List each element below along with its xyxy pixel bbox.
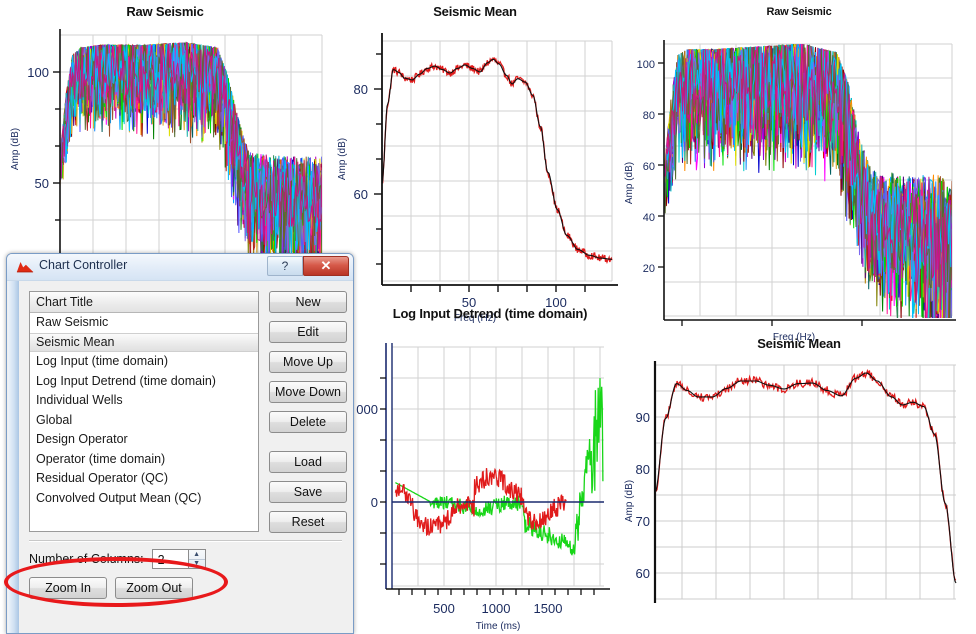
chart-list-item[interactable]: Log Input Detrend (time domain)	[30, 372, 258, 392]
yaxis-label-seismic-mean-top: Amp (dB)	[337, 138, 348, 180]
xtick-label: 1500	[534, 601, 563, 616]
ytick-label: 60	[354, 187, 368, 202]
ytick-label: 80	[643, 110, 655, 122]
window-buttons: ? ✕	[267, 256, 349, 276]
move-down-button[interactable]: Move Down	[269, 381, 347, 403]
dialog-left-strip	[8, 280, 19, 633]
chart-svg-seismic-mean-top: 80 60 50 100 Amp (dB)	[337, 33, 618, 310]
delete-button[interactable]: Delete	[269, 411, 347, 433]
ytick-label: 80	[636, 462, 650, 477]
chart-list-item[interactable]: Convolved Output Mean (QC)	[30, 489, 258, 509]
stepper-up-icon[interactable]: ▲	[188, 550, 205, 560]
chart-title-raw-seismic-right: Raw Seismic	[766, 6, 832, 18]
save-button[interactable]: Save	[269, 481, 347, 503]
yaxis-label-seismic-mean-bottom: Amp (dB)	[624, 480, 635, 522]
chart-list-item[interactable]: Log Input (time domain)	[30, 352, 258, 372]
dialog-divider	[29, 540, 342, 542]
chart-list-item[interactable]: Raw Seismic	[30, 313, 258, 333]
chart-list-item[interactable]: Operator (time domain)	[30, 450, 258, 470]
number-of-columns-stepper[interactable]: 2 ▲ ▼	[151, 549, 206, 569]
chart-panel-seismic-mean-bottom: Seismic Mean 90 80 70 60 Amp (dB)	[622, 336, 976, 634]
chart-title-raw-seismic-left: Raw Seismic	[126, 4, 204, 19]
ytick-label: 100	[27, 65, 49, 80]
chart-list-items[interactable]: Raw Seismic Seismic Mean Log Input (time d…	[30, 313, 258, 508]
new-button[interactable]: New	[269, 291, 347, 313]
close-button[interactable]: ✕	[303, 256, 349, 276]
ytick-label: 20	[643, 263, 655, 275]
chart-svg-raw-seismic-left: 100 50 Amp (dB)	[10, 29, 323, 263]
ytick-label: 70	[636, 514, 650, 529]
load-button[interactable]: Load	[269, 451, 347, 473]
dialog-title: Chart Controller	[39, 258, 128, 272]
number-of-columns-input[interactable]: 2	[151, 549, 189, 569]
chart-list-item[interactable]: Residual Operator (QC)	[30, 469, 258, 489]
number-of-columns-label: Number of Columns:	[29, 552, 144, 566]
chart-title-seismic-mean-top: Seismic Mean	[433, 4, 517, 19]
xtick-label: 1000	[482, 601, 511, 616]
stepper-arrows[interactable]: ▲ ▼	[188, 549, 206, 569]
ytick-label: 80	[354, 82, 368, 97]
help-button[interactable]: ?	[267, 256, 303, 276]
ytick-label: 0	[371, 495, 378, 510]
chart-list-item[interactable]: Seismic Mean	[30, 332, 258, 352]
zoom-out-button[interactable]: Zoom Out	[115, 577, 193, 599]
edit-button[interactable]: Edit	[269, 321, 347, 343]
number-of-columns-row: Number of Columns: 2 ▲ ▼	[29, 549, 206, 569]
action-button-column: New Edit Move Up Move Down Delete Load S…	[269, 291, 347, 541]
chart-list-header: Chart Title	[30, 292, 258, 313]
chart-list[interactable]: Chart Title Raw Seismic Seismic Mean Log I…	[29, 291, 259, 532]
chart-svg-log-input-detrend: 000 0 500 1000 1500	[356, 343, 610, 616]
ytick-label: 90	[636, 410, 650, 425]
chart-list-item[interactable]: Global	[30, 411, 258, 431]
chart-controller-dialog[interactable]: Chart Controller ? ✕ Chart Title Raw Sei…	[6, 253, 354, 634]
chart-svg-raw-seismic-right: 100 80 60 40 20 50 100 Amp (dB)	[624, 40, 956, 330]
chart-panel-seismic-mean-top: Seismic Mean 80 60 50 100 Amp (dB) Freq …	[330, 4, 620, 324]
chart-panel-raw-seismic-left: Raw Seismic 100 50 Amp (dB)	[0, 4, 330, 266]
yaxis-label-raw-seismic-left: Amp (dB)	[10, 128, 21, 170]
stepper-down-icon[interactable]: ▼	[189, 560, 205, 569]
chart-title-log-input-detrend: Log Input Detrend (time domain)	[392, 306, 588, 321]
ytick-label: 60	[636, 566, 650, 581]
dialog-titlebar[interactable]: Chart Controller ? ✕	[7, 254, 353, 281]
chart-list-item[interactable]: Individual Wells	[30, 391, 258, 411]
move-up-button[interactable]: Move Up	[269, 351, 347, 373]
dialog-body: Chart Title Raw Seismic Seismic Mean Log I…	[19, 281, 350, 633]
ytick-label: 100	[637, 59, 655, 71]
chart-list-item[interactable]: Design Operator	[30, 430, 258, 450]
zoom-in-button[interactable]: Zoom In	[29, 577, 107, 599]
ytick-label: 60	[643, 161, 655, 173]
xtick-label: 500	[433, 601, 455, 616]
chart-panel-raw-seismic-right: Raw Seismic 100 80 60 40 20 Amp (dB) Fre…	[622, 6, 976, 343]
xaxis-label-log-input-detrend: Time (ms)	[475, 621, 521, 632]
ytick-label: 40	[643, 212, 655, 224]
ytick-label: 000	[356, 402, 378, 417]
xtick-label: 50	[766, 329, 778, 330]
ytick-label: 50	[35, 176, 49, 191]
chart-panel-log-input-detrend: Log Input Detrend (time domain) 000 0 50…	[352, 306, 628, 634]
chart-title-seismic-mean-bottom: Seismic Mean	[757, 336, 841, 351]
chart-app-icon	[16, 262, 34, 273]
yaxis-label-raw-seismic-right: Amp (dB)	[624, 162, 635, 204]
reset-button[interactable]: Reset	[269, 511, 347, 533]
chart-svg-seismic-mean-bottom: 90 80 70 60 Amp (dB)	[624, 361, 957, 603]
zoom-button-row: Zoom In Zoom Out	[29, 577, 193, 599]
